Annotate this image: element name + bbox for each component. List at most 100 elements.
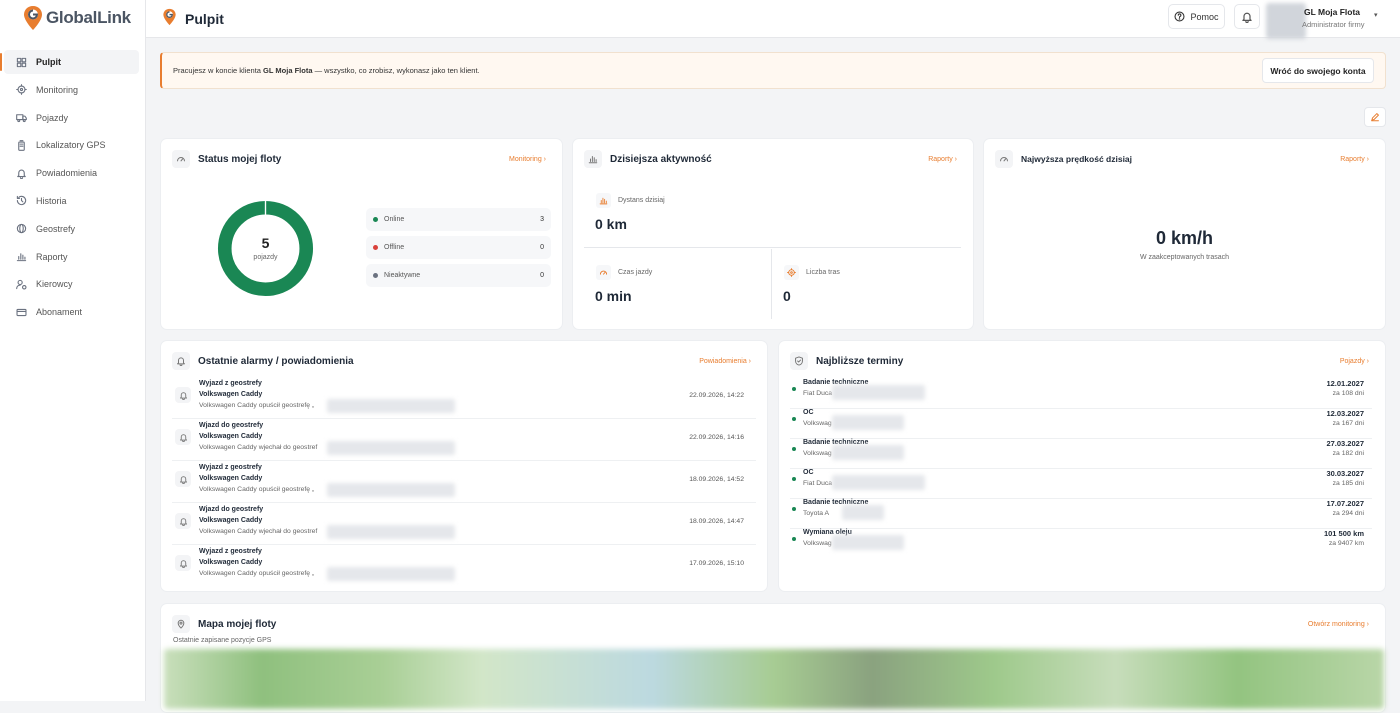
status-dot	[792, 507, 796, 511]
sidebar-item-label: Pojazdy	[36, 112, 69, 123]
alarm-item[interactable]: Wjazd do geostrefy Volkswagen Caddy Volk…	[172, 420, 756, 461]
deadline-item[interactable]: Wymiana oleju Volkswag 101 500 km za 940…	[790, 529, 1372, 559]
deadline-date: 12.01.2027	[1326, 379, 1364, 388]
card-header: Najwyższa prędkość dzisiaj	[995, 150, 1132, 168]
status-row-online[interactable]: Online 3	[366, 208, 551, 231]
chevron-down-icon[interactable]: ▾	[1374, 11, 1378, 19]
help-button[interactable]: Pomoc	[1168, 4, 1225, 29]
sidebar-item-label: Historia	[36, 195, 67, 206]
bell-icon	[1241, 11, 1253, 23]
status-row-offline[interactable]: Offline 0	[366, 236, 551, 259]
status-dot	[373, 273, 378, 278]
divider	[771, 249, 772, 319]
crosshair-icon	[14, 83, 28, 97]
card-header: Dzisiejsza aktywność	[584, 150, 712, 168]
vehicles-link[interactable]: Pojazdy ›	[1340, 358, 1369, 365]
deadline-title: OC	[803, 469, 814, 476]
deadline-remaining: za 9407 km	[1328, 540, 1364, 547]
reports-link[interactable]: Raporty ›	[1340, 156, 1369, 163]
top-header: Pulpit Pomoc GL Moja Flota Administrator…	[146, 0, 1400, 39]
sidebar-item-label: Monitoring	[36, 84, 79, 95]
sidebar-nav: Pulpit Monitoring Pojazdy Lokalizatory G…	[0, 50, 139, 328]
open-monitoring-link[interactable]: Otwórz monitoring ›	[1308, 621, 1369, 628]
sidebar-item-label: Kierowcy	[36, 279, 73, 290]
alarm-item[interactable]: Wjazd do geostrefy Volkswagen Caddy Volk…	[172, 504, 756, 545]
avatar[interactable]	[1266, 3, 1306, 39]
shield-icon	[790, 352, 808, 370]
deadline-date: 30.03.2027	[1326, 469, 1364, 478]
deadline-item[interactable]: OC Fiat Duca 30.03.2027 za 185 dni	[790, 469, 1372, 499]
sidebar-item-lokalizatory[interactable]: Lokalizatory GPS	[4, 133, 139, 157]
sidebar-item-powiadomienia[interactable]: Powiadomienia	[4, 161, 139, 185]
status-value: 3	[540, 216, 544, 223]
deadline-item[interactable]: OC Volkswag 12.03.2027 za 167 dni	[790, 409, 1372, 439]
sidebar-item-monitoring[interactable]: Monitoring	[4, 78, 139, 102]
notifications-button[interactable]	[1234, 4, 1260, 29]
logo-pin-icon	[22, 5, 44, 31]
pencil-icon	[1370, 112, 1380, 122]
sidebar-item-label: Raporty	[36, 251, 68, 262]
card-title: Najwyższa prędkość dzisiaj	[1021, 154, 1133, 164]
deadline-item[interactable]: Badanie techniczne Fiat Duca 12.01.2027 …	[790, 379, 1372, 409]
status-label: Offline	[384, 244, 405, 251]
redacted-text	[327, 525, 455, 539]
sidebar-item-kierowcy[interactable]: Kierowcy	[4, 272, 139, 296]
status-value: 0	[540, 244, 544, 251]
alarm-date: 22.09.2026, 14:16	[689, 434, 744, 441]
notifications-link[interactable]: Powiadomienia ›	[699, 358, 751, 365]
deadline-remaining: za 182 dni	[1332, 450, 1364, 457]
top-speed-card: Najwyższa prędkość dzisiaj Raporty › 0 k…	[983, 138, 1386, 330]
fleet-total-count: 5	[261, 235, 270, 251]
return-to-account-button[interactable]: Wróć do swojego konta	[1262, 58, 1374, 83]
redacted-text	[832, 535, 904, 550]
sidebar-item-geostrefy[interactable]: Geostrefy	[4, 217, 139, 241]
sidebar-item-historia[interactable]: Historia	[4, 189, 139, 213]
status-row-inactive[interactable]: Nieaktywne 0	[366, 264, 551, 287]
history-icon	[14, 194, 28, 208]
sidebar-item-raporty[interactable]: Raporty	[4, 245, 139, 269]
sidebar-item-pojazdy[interactable]: Pojazdy	[4, 106, 139, 130]
bell-icon	[14, 166, 28, 180]
brand-logo[interactable]: GlobalLink	[22, 4, 131, 32]
user-name[interactable]: GL Moja Flota	[1304, 7, 1360, 17]
routes-count-label: Liczba tras	[806, 269, 840, 276]
redacted-text	[842, 505, 884, 520]
alarm-description: Volkswagen Caddy opuścił geostrefę „	[199, 486, 315, 493]
logo-pin-icon	[162, 8, 177, 29]
drive-time-label: Czas jazdy	[618, 269, 653, 276]
redacted-text	[327, 441, 455, 455]
help-label: Pomoc	[1190, 11, 1219, 22]
deadline-item[interactable]: Badanie techniczne Toyota A 17.07.2027 z…	[790, 499, 1372, 529]
status-dot	[792, 477, 796, 481]
bell-icon	[172, 352, 190, 370]
status-dot	[792, 417, 796, 421]
deadline-vehicle: Fiat Duca	[803, 480, 833, 487]
card-title: Dzisiejsza aktywność	[610, 153, 712, 165]
distance-value: 0 km	[595, 216, 627, 232]
alarm-date: 18.09.2026, 14:47	[689, 518, 744, 525]
card-header: Najbliższe terminy	[790, 352, 903, 370]
deadline-remaining: za 185 dni	[1332, 480, 1364, 487]
sidebar-item-abonament[interactable]: Abonament	[4, 300, 139, 324]
fleet-map[interactable]	[164, 649, 1384, 709]
alarm-item[interactable]: Wyjazd z geostrefy Volkswagen Caddy Volk…	[172, 462, 756, 503]
card-header: Ostatnie alarmy / powiadomienia	[172, 352, 354, 370]
bar-chart-icon	[596, 193, 611, 208]
alarm-title: Wjazd do geostrefy	[199, 506, 264, 513]
device-icon	[14, 138, 28, 152]
deadline-item[interactable]: Badanie techniczne Volkswag 27.03.2027 z…	[790, 439, 1372, 469]
monitoring-link[interactable]: Monitoring ›	[509, 156, 546, 163]
bell-icon	[175, 471, 191, 487]
edit-dashboard-button[interactable]	[1364, 107, 1386, 127]
gauge-icon	[596, 265, 611, 280]
reports-link[interactable]: Raporty ›	[928, 156, 957, 163]
deadline-vehicle: Volkswag	[803, 540, 832, 547]
banner-client-name: GL Moja Flota	[263, 66, 313, 75]
sidebar-item-pulpit[interactable]: Pulpit	[0, 50, 139, 74]
gauge-icon	[172, 150, 190, 168]
redacted-text	[327, 567, 455, 581]
alarm-item[interactable]: Wyjazd z geostrefy Volkswagen Caddy Volk…	[172, 378, 756, 419]
status-label: Online	[384, 216, 405, 223]
alarm-item[interactable]: Wyjazd z geostrefy Volkswagen Caddy Volk…	[172, 546, 756, 587]
top-speed-subtitle: W zaakceptowanych trasach	[1139, 254, 1230, 261]
